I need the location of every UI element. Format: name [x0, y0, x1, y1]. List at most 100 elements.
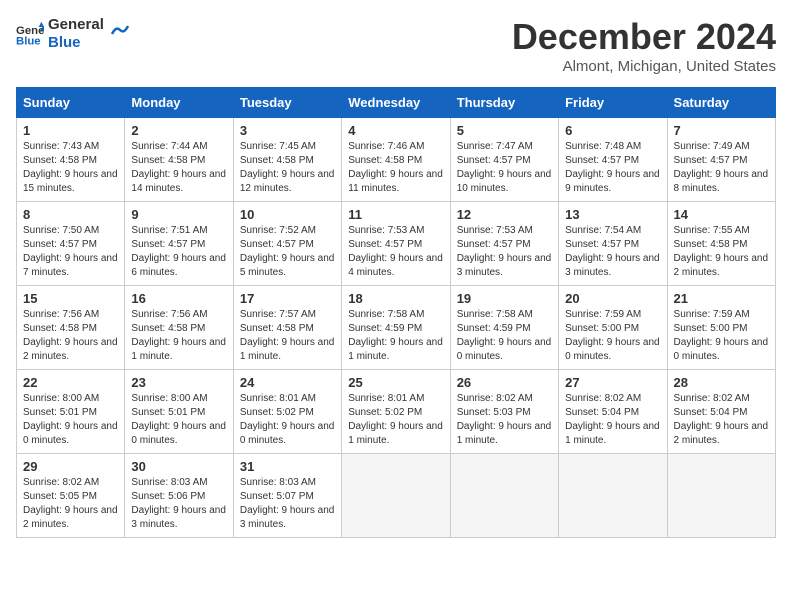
day-info: Sunrise: 8:01 AM Sunset: 5:02 PM Dayligh…	[240, 392, 335, 448]
day-number: 12	[457, 207, 552, 222]
day-info: Sunrise: 8:01 AM Sunset: 5:02 PM Dayligh…	[348, 392, 443, 448]
day-info: Sunrise: 7:58 AM Sunset: 4:59 PM Dayligh…	[348, 308, 443, 364]
calendar-day-cell: 7 Sunrise: 7:49 AM Sunset: 4:57 PM Dayli…	[667, 118, 775, 202]
calendar-day-cell: 20 Sunrise: 7:59 AM Sunset: 5:00 PM Dayl…	[559, 286, 667, 370]
day-number: 24	[240, 375, 335, 390]
logo-line1: General	[48, 16, 104, 34]
calendar-day-cell: 6 Sunrise: 7:48 AM Sunset: 4:57 PM Dayli…	[559, 118, 667, 202]
calendar-day-cell: 11 Sunrise: 7:53 AM Sunset: 4:57 PM Dayl…	[342, 202, 450, 286]
day-info: Sunrise: 8:02 AM Sunset: 5:05 PM Dayligh…	[23, 476, 118, 532]
calendar-day-cell: 9 Sunrise: 7:51 AM Sunset: 4:57 PM Dayli…	[125, 202, 233, 286]
calendar-day-cell: 12 Sunrise: 7:53 AM Sunset: 4:57 PM Dayl…	[450, 202, 558, 286]
day-info: Sunrise: 7:55 AM Sunset: 4:58 PM Dayligh…	[674, 224, 769, 280]
calendar-day-cell	[342, 454, 450, 538]
day-info: Sunrise: 8:00 AM Sunset: 5:01 PM Dayligh…	[23, 392, 118, 448]
day-number: 20	[565, 291, 660, 306]
header: General Blue General Blue December 2024 …	[16, 16, 776, 75]
day-number: 29	[23, 459, 118, 474]
logo-line2: Blue	[48, 34, 104, 52]
day-info: Sunrise: 7:44 AM Sunset: 4:58 PM Dayligh…	[131, 140, 226, 196]
day-number: 25	[348, 375, 443, 390]
calendar-day-cell: 17 Sunrise: 7:57 AM Sunset: 4:58 PM Dayl…	[233, 286, 341, 370]
day-number: 8	[23, 207, 118, 222]
day-number: 15	[23, 291, 118, 306]
day-info: Sunrise: 7:51 AM Sunset: 4:57 PM Dayligh…	[131, 224, 226, 280]
calendar-day-cell: 4 Sunrise: 7:46 AM Sunset: 4:58 PM Dayli…	[342, 118, 450, 202]
column-header-monday: Monday	[125, 88, 233, 118]
day-number: 17	[240, 291, 335, 306]
day-info: Sunrise: 7:50 AM Sunset: 4:57 PM Dayligh…	[23, 224, 118, 280]
day-info: Sunrise: 7:57 AM Sunset: 4:58 PM Dayligh…	[240, 308, 335, 364]
day-number: 26	[457, 375, 552, 390]
calendar-day-cell: 25 Sunrise: 8:01 AM Sunset: 5:02 PM Dayl…	[342, 370, 450, 454]
day-info: Sunrise: 7:47 AM Sunset: 4:57 PM Dayligh…	[457, 140, 552, 196]
day-number: 31	[240, 459, 335, 474]
day-info: Sunrise: 7:45 AM Sunset: 4:58 PM Dayligh…	[240, 140, 335, 196]
title-area: December 2024 Almont, Michigan, United S…	[512, 16, 776, 75]
calendar-day-cell: 29 Sunrise: 8:02 AM Sunset: 5:05 PM Dayl…	[17, 454, 125, 538]
day-info: Sunrise: 7:52 AM Sunset: 4:57 PM Dayligh…	[240, 224, 335, 280]
day-info: Sunrise: 7:49 AM Sunset: 4:57 PM Dayligh…	[674, 140, 769, 196]
logo-icon: General Blue	[16, 20, 44, 48]
day-number: 2	[131, 123, 226, 138]
day-number: 23	[131, 375, 226, 390]
column-header-thursday: Thursday	[450, 88, 558, 118]
day-info: Sunrise: 8:02 AM Sunset: 5:04 PM Dayligh…	[565, 392, 660, 448]
day-number: 21	[674, 291, 769, 306]
day-info: Sunrise: 7:58 AM Sunset: 4:59 PM Dayligh…	[457, 308, 552, 364]
day-info: Sunrise: 8:02 AM Sunset: 5:04 PM Dayligh…	[674, 392, 769, 448]
day-info: Sunrise: 7:59 AM Sunset: 5:00 PM Dayligh…	[565, 308, 660, 364]
day-info: Sunrise: 7:48 AM Sunset: 4:57 PM Dayligh…	[565, 140, 660, 196]
day-info: Sunrise: 8:03 AM Sunset: 5:06 PM Dayligh…	[131, 476, 226, 532]
calendar-table: SundayMondayTuesdayWednesdayThursdayFrid…	[16, 87, 776, 538]
day-number: 5	[457, 123, 552, 138]
column-header-tuesday: Tuesday	[233, 88, 341, 118]
column-header-wednesday: Wednesday	[342, 88, 450, 118]
calendar-day-cell: 5 Sunrise: 7:47 AM Sunset: 4:57 PM Dayli…	[450, 118, 558, 202]
calendar-title: December 2024	[512, 16, 776, 58]
calendar-header-row: SundayMondayTuesdayWednesdayThursdayFrid…	[17, 88, 776, 118]
day-number: 16	[131, 291, 226, 306]
calendar-day-cell: 28 Sunrise: 8:02 AM Sunset: 5:04 PM Dayl…	[667, 370, 775, 454]
day-number: 1	[23, 123, 118, 138]
day-number: 18	[348, 291, 443, 306]
day-info: Sunrise: 8:02 AM Sunset: 5:03 PM Dayligh…	[457, 392, 552, 448]
calendar-day-cell	[667, 454, 775, 538]
calendar-day-cell	[450, 454, 558, 538]
day-number: 27	[565, 375, 660, 390]
svg-text:Blue: Blue	[16, 36, 41, 48]
calendar-day-cell: 23 Sunrise: 8:00 AM Sunset: 5:01 PM Dayl…	[125, 370, 233, 454]
calendar-day-cell: 13 Sunrise: 7:54 AM Sunset: 4:57 PM Dayl…	[559, 202, 667, 286]
day-number: 7	[674, 123, 769, 138]
logo-wave-icon	[110, 20, 130, 40]
day-number: 4	[348, 123, 443, 138]
day-number: 9	[131, 207, 226, 222]
day-info: Sunrise: 7:56 AM Sunset: 4:58 PM Dayligh…	[23, 308, 118, 364]
day-number: 30	[131, 459, 226, 474]
calendar-day-cell: 8 Sunrise: 7:50 AM Sunset: 4:57 PM Dayli…	[17, 202, 125, 286]
day-number: 14	[674, 207, 769, 222]
day-number: 11	[348, 207, 443, 222]
day-number: 6	[565, 123, 660, 138]
calendar-week-row: 15 Sunrise: 7:56 AM Sunset: 4:58 PM Dayl…	[17, 286, 776, 370]
calendar-day-cell: 3 Sunrise: 7:45 AM Sunset: 4:58 PM Dayli…	[233, 118, 341, 202]
day-number: 10	[240, 207, 335, 222]
calendar-day-cell: 1 Sunrise: 7:43 AM Sunset: 4:58 PM Dayli…	[17, 118, 125, 202]
calendar-day-cell: 15 Sunrise: 7:56 AM Sunset: 4:58 PM Dayl…	[17, 286, 125, 370]
calendar-subtitle: Almont, Michigan, United States	[512, 58, 776, 75]
calendar-day-cell	[559, 454, 667, 538]
day-info: Sunrise: 8:03 AM Sunset: 5:07 PM Dayligh…	[240, 476, 335, 532]
day-info: Sunrise: 7:46 AM Sunset: 4:58 PM Dayligh…	[348, 140, 443, 196]
day-info: Sunrise: 7:53 AM Sunset: 4:57 PM Dayligh…	[348, 224, 443, 280]
calendar-day-cell: 19 Sunrise: 7:58 AM Sunset: 4:59 PM Dayl…	[450, 286, 558, 370]
calendar-day-cell: 10 Sunrise: 7:52 AM Sunset: 4:57 PM Dayl…	[233, 202, 341, 286]
calendar-week-row: 1 Sunrise: 7:43 AM Sunset: 4:58 PM Dayli…	[17, 118, 776, 202]
calendar-week-row: 29 Sunrise: 8:02 AM Sunset: 5:05 PM Dayl…	[17, 454, 776, 538]
logo: General Blue General Blue	[16, 16, 130, 52]
day-info: Sunrise: 7:56 AM Sunset: 4:58 PM Dayligh…	[131, 308, 226, 364]
calendar-day-cell: 30 Sunrise: 8:03 AM Sunset: 5:06 PM Dayl…	[125, 454, 233, 538]
column-header-sunday: Sunday	[17, 88, 125, 118]
day-info: Sunrise: 7:43 AM Sunset: 4:58 PM Dayligh…	[23, 140, 118, 196]
calendar-day-cell: 2 Sunrise: 7:44 AM Sunset: 4:58 PM Dayli…	[125, 118, 233, 202]
calendar-day-cell: 14 Sunrise: 7:55 AM Sunset: 4:58 PM Dayl…	[667, 202, 775, 286]
